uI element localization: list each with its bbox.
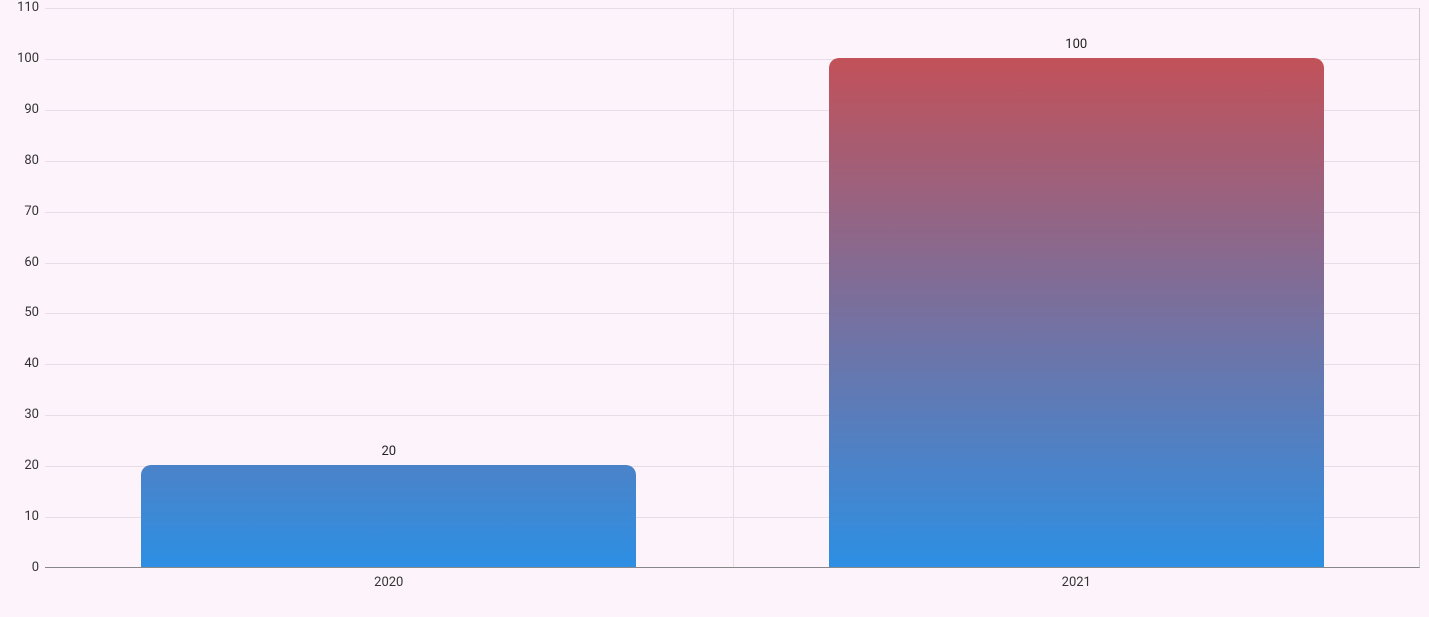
y-tick-label: 20 <box>5 459 39 473</box>
bar-value-label: 100 <box>1065 37 1087 52</box>
y-tick-label: 90 <box>5 103 39 117</box>
x-tick-label: 2020 <box>374 575 403 590</box>
y-tick-label: 10 <box>5 510 39 524</box>
category-separator <box>733 8 734 567</box>
y-tick-label: 0 <box>5 561 39 575</box>
y-tick-label: 30 <box>5 408 39 422</box>
plot-area <box>45 8 1420 568</box>
y-tick-label: 70 <box>5 205 39 219</box>
x-tick-label: 2021 <box>1062 575 1091 590</box>
y-tick-label: 110 <box>5 1 39 15</box>
y-tick-label: 60 <box>5 256 39 270</box>
bar-2020[interactable] <box>141 465 636 567</box>
bar-2021[interactable] <box>829 58 1324 567</box>
y-tick-label: 80 <box>5 154 39 168</box>
bar-value-label: 20 <box>381 444 396 459</box>
bar-chart: 01020304050607080901001102020201002021 <box>0 0 1429 617</box>
y-tick-label: 100 <box>5 52 39 66</box>
y-tick-label: 40 <box>5 357 39 371</box>
y-tick-label: 50 <box>5 306 39 320</box>
